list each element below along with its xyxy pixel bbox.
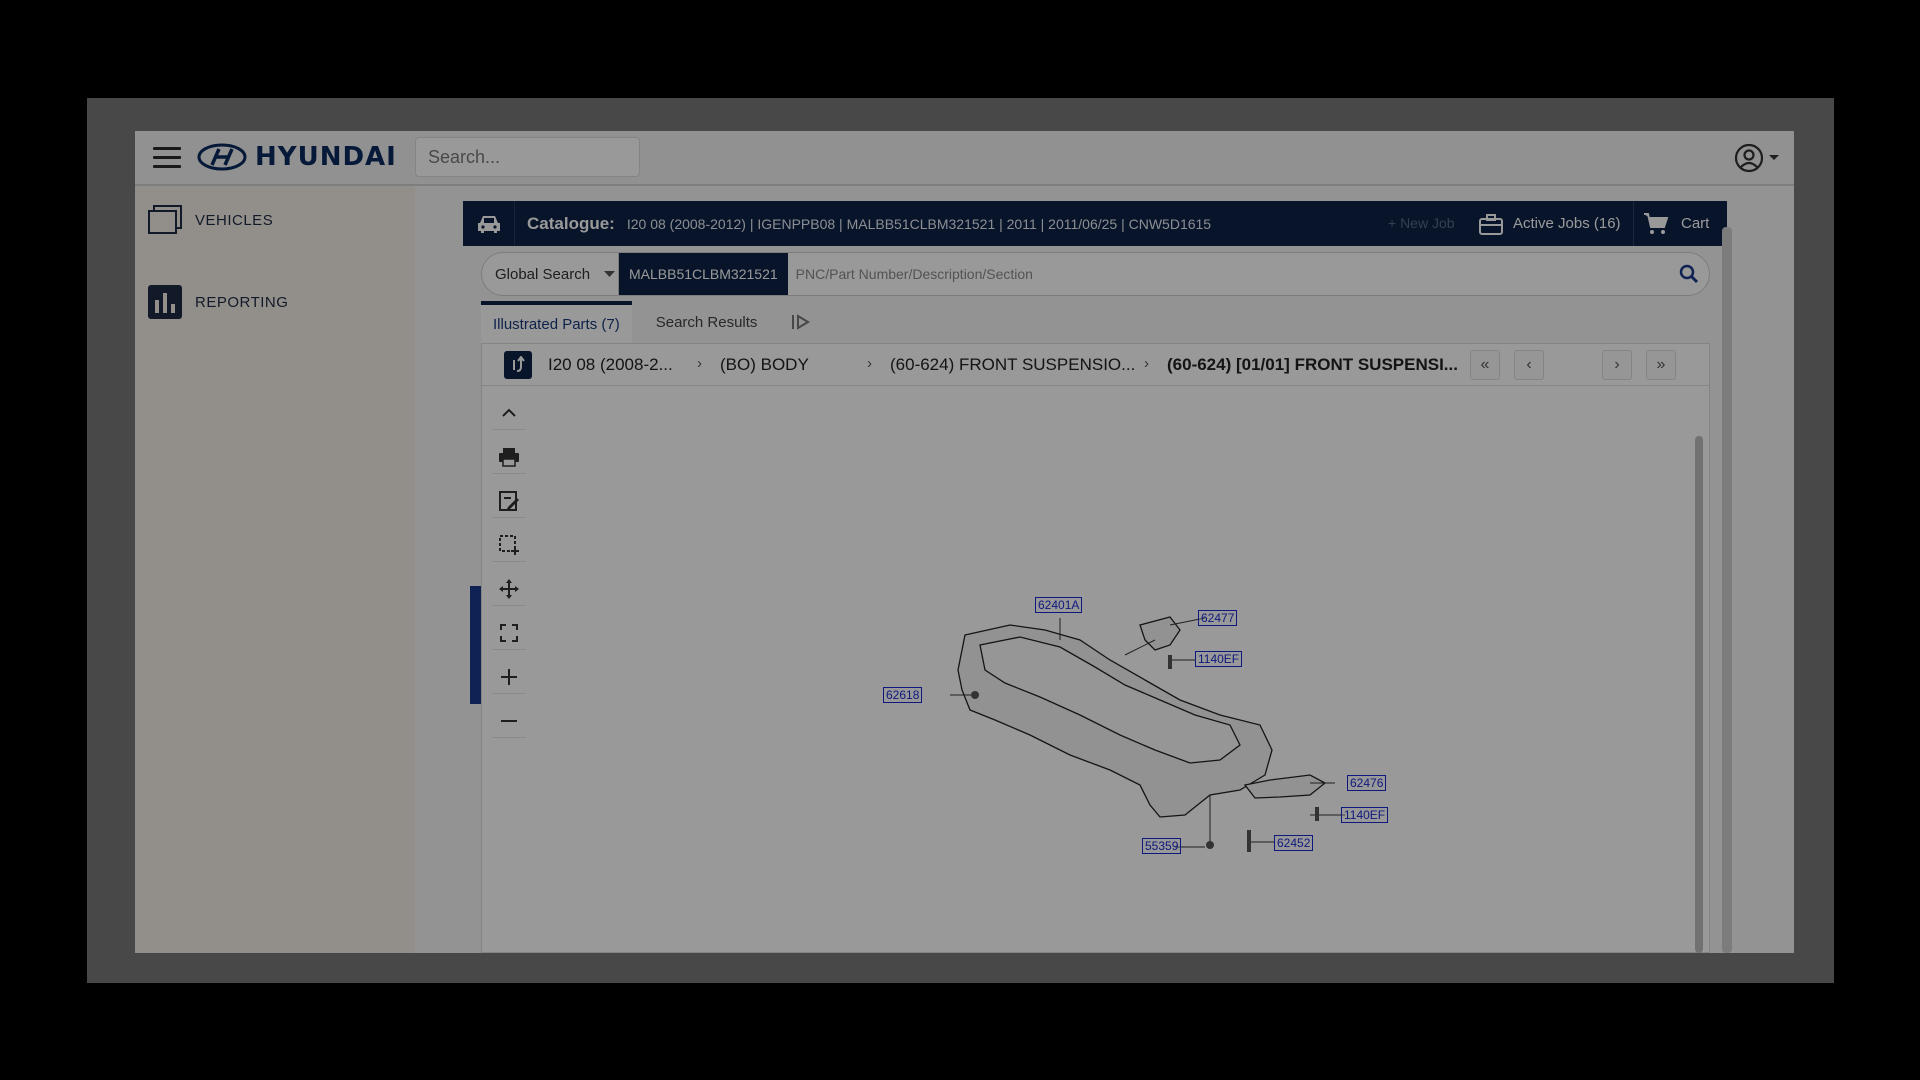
- tab-bar: Illustrated Parts (7) Search Results: [481, 301, 821, 343]
- vehicles-icon: [148, 205, 182, 234]
- sidebar-item-label: VEHICLES: [195, 211, 274, 229]
- search-icon[interactable]: [1669, 264, 1709, 284]
- part-search-input[interactable]: PNC/Part Number/Description/Section: [788, 266, 1669, 282]
- prev-page-button[interactable]: ‹: [1514, 350, 1544, 380]
- chevron-right-icon: ›: [1144, 355, 1149, 372]
- chevron-right-icon: ›: [1614, 356, 1620, 373]
- zoom-in-icon[interactable]: [492, 660, 526, 694]
- search-mode-label: Global Search: [495, 265, 591, 283]
- double-chevron-right-icon: »: [1656, 356, 1666, 373]
- diagram-toolbar: [492, 396, 526, 748]
- tab-illustrated-parts[interactable]: Illustrated Parts (7): [481, 301, 632, 343]
- search-mode-select[interactable]: Global Search: [482, 253, 619, 295]
- subframe-illustration: [950, 616, 1345, 852]
- active-jobs-button[interactable]: Active Jobs (16): [1479, 201, 1634, 246]
- hyundai-logo[interactable]: HYUNDAI: [197, 142, 397, 172]
- active-jobs-label: Active Jobs (16): [1513, 215, 1621, 232]
- cart-icon: [1644, 212, 1669, 234]
- collapse-panel-icon[interactable]: [781, 301, 821, 343]
- callout-1140ef[interactable]: 1140EF: [1341, 807, 1389, 823]
- catalogue-label: Catalogue:: [527, 213, 615, 233]
- car-icon[interactable]: [463, 201, 515, 246]
- sidebar: VEHICLES REPORTING: [135, 186, 415, 953]
- print-icon[interactable]: [492, 440, 526, 474]
- briefcase-icon: [1479, 213, 1503, 235]
- global-search-bar: Global Search MALBB51CLBM321521 PNC/Part…: [481, 252, 1710, 296]
- hamburger-menu-icon[interactable]: [153, 147, 181, 169]
- chevron-down-icon: [604, 270, 616, 277]
- catalogue-bar: Catalogue: I20 08 (2008-2012) | IGENPPB0…: [463, 201, 1727, 246]
- breadcrumb: I20 08 (2008-2... › (BO) BODY › (60-624)…: [482, 344, 1709, 386]
- cart-label: Cart: [1681, 215, 1710, 232]
- parts-diagram[interactable]: 62401A 62477 1140EF 62618 62476 1140EF 5…: [870, 585, 1410, 860]
- reporting-icon: [148, 285, 182, 319]
- page-scrollbar[interactable]: [1722, 227, 1732, 953]
- callout-62477[interactable]: 62477: [1198, 610, 1238, 626]
- chevron-left-icon: ‹: [1526, 356, 1532, 373]
- callout-62476[interactable]: 62476: [1347, 775, 1387, 791]
- move-icon[interactable]: [492, 572, 526, 606]
- zoom-out-icon[interactable]: [492, 704, 526, 738]
- collapse-up-icon[interactable]: [492, 396, 526, 430]
- callout-1140ef[interactable]: 1140EF: [1195, 651, 1243, 667]
- select-area-icon[interactable]: [492, 528, 526, 562]
- edit-note-icon[interactable]: [492, 484, 526, 518]
- breadcrumb-section[interactable]: (BO) BODY: [720, 355, 809, 375]
- callout-62452[interactable]: 62452: [1274, 835, 1314, 851]
- fullscreen-icon[interactable]: [492, 616, 526, 650]
- callout-62618[interactable]: 62618: [883, 687, 923, 703]
- search-input[interactable]: Search...: [415, 137, 640, 177]
- new-job-button[interactable]: + New Job: [1388, 215, 1455, 231]
- breadcrumb-subsection[interactable]: (60-624) FRONT SUSPENSIO...: [890, 355, 1135, 375]
- breadcrumb-vehicle[interactable]: I20 08 (2008-2...: [548, 355, 673, 375]
- first-page-button[interactable]: «: [1470, 350, 1500, 380]
- cart-button[interactable]: Cart: [1643, 201, 1709, 246]
- back-to-root-icon[interactable]: [504, 351, 532, 379]
- chevron-right-icon: ›: [867, 355, 872, 372]
- chevron-right-icon: ›: [697, 355, 702, 372]
- user-avatar-icon: [1734, 143, 1764, 173]
- diagram-scrollbar[interactable]: [1695, 436, 1703, 953]
- chevron-down-icon: [1769, 155, 1779, 160]
- vin-chip[interactable]: MALBB51CLBM321521: [619, 253, 788, 295]
- callout-62401a[interactable]: 62401A: [1035, 597, 1083, 613]
- double-chevron-left-icon: «: [1480, 356, 1490, 373]
- top-bar: HYUNDAI Search...: [135, 131, 1794, 185]
- brand-name: HYUNDAI: [255, 142, 397, 172]
- sidebar-item-vehicles[interactable]: VEHICLES: [147, 204, 273, 236]
- breadcrumb-current: (60-624) [01/01] FRONT SUSPENSI...: [1167, 355, 1458, 374]
- hyundai-emblem-icon: [197, 143, 247, 171]
- sidebar-item-reporting[interactable]: REPORTING: [147, 284, 288, 320]
- catalogue-info: I20 08 (2008-2012) | IGENPPB08 | MALBB51…: [626, 215, 1212, 232]
- callout-55359[interactable]: 55359: [1142, 838, 1182, 854]
- sidebar-item-label: REPORTING: [195, 293, 289, 311]
- tab-search-results[interactable]: Search Results: [644, 301, 770, 343]
- last-page-button[interactable]: »: [1646, 350, 1676, 380]
- next-page-button[interactable]: ›: [1602, 350, 1632, 380]
- panel-expand-handle[interactable]: [470, 586, 481, 704]
- user-menu[interactable]: [1734, 143, 1780, 173]
